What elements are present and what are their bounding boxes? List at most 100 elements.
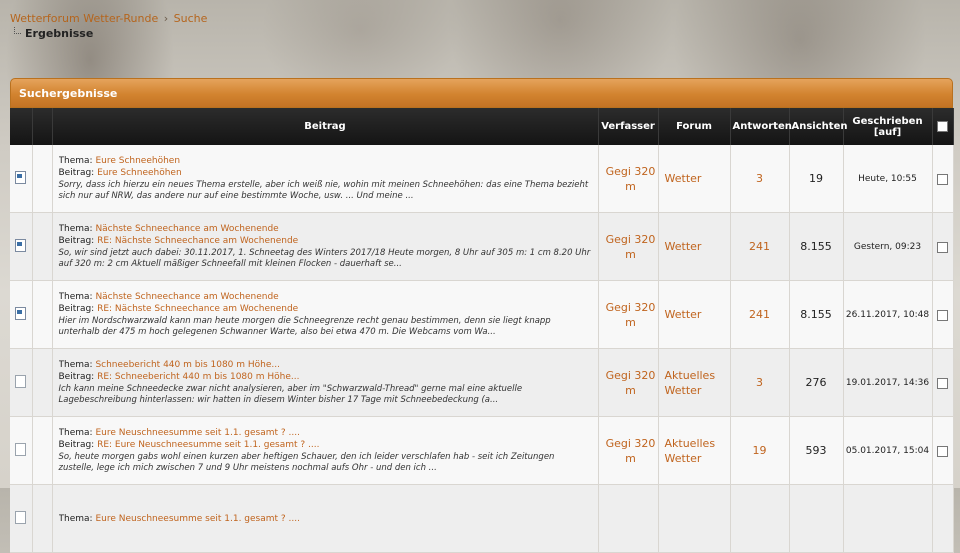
post-date: 26.11.2017, 10:48	[843, 280, 933, 349]
topic-new-icon	[15, 306, 27, 320]
breadcrumb-current: Ergebnisse	[14, 27, 93, 40]
posticon-cell	[32, 484, 53, 553]
status-cell	[10, 348, 33, 417]
thread-link[interactable]: Eure Neuschneesumme seit 1.1. gesamt ? .…	[95, 428, 300, 438]
post-cell: Thema: Eure Schneehöhen Beitrag: Eure Sch…	[52, 145, 599, 213]
status-cell	[10, 416, 33, 485]
author-cell: Gegi 320 m	[598, 280, 659, 349]
forum-cell: Aktuelles Wetter	[658, 416, 731, 485]
post-cell: Thema: Nächste Schneechance am Wochenend…	[52, 280, 599, 349]
thread-link[interactable]: Schneebericht 440 m bis 1080 m Höhe...	[95, 360, 280, 370]
post-link[interactable]: RE: Eure Neuschneesumme seit 1.1. gesamt…	[97, 440, 319, 450]
views-count: 19	[789, 145, 844, 213]
status-cell	[10, 212, 33, 281]
forum-cell: Aktuelles Wetter	[658, 348, 731, 417]
table-row: Thema: Nächste Schneechance am Wochenend…	[10, 280, 954, 349]
replies-link[interactable]: 3	[756, 172, 763, 185]
beitrag-label: Beitrag:	[58, 372, 95, 382]
author-link[interactable]: Gegi 320 m	[600, 164, 657, 194]
posticon-cell	[32, 416, 53, 485]
beitrag-label: Beitrag:	[58, 236, 95, 246]
post-cell: Thema: Schneebericht 440 m bis 1080 m Hö…	[52, 348, 599, 417]
author-cell: Gegi 320 m	[598, 348, 659, 417]
beitrag-label: Beitrag:	[58, 168, 95, 178]
row-checkbox[interactable]	[937, 377, 948, 389]
col-antworten-header[interactable]: Antworten	[730, 108, 792, 145]
thema-label: Thema:	[58, 156, 93, 166]
beitrag-label: Beitrag:	[58, 440, 95, 450]
replies-cell: 241	[730, 212, 790, 281]
views-count: 8.155	[789, 280, 844, 349]
thread-link[interactable]: Eure Neuschneesumme seit 1.1. gesamt ? .…	[95, 514, 300, 524]
col-beitrag-header[interactable]: Beitrag	[52, 108, 599, 145]
author-link[interactable]: Gegi 320 m	[600, 232, 657, 262]
forum-link[interactable]: Wetter	[660, 239, 729, 254]
page-title: Ergebnisse	[25, 27, 94, 40]
col-geschrieben-header[interactable]: Geschrieben [auf]	[843, 108, 933, 145]
author-link[interactable]: Gegi 320 m	[600, 436, 657, 466]
author-link[interactable]: Gegi 320 m	[600, 300, 657, 330]
col-posticon-header	[32, 108, 53, 145]
table-row: Thema: Eure Neuschneesumme seit 1.1. ges…	[10, 484, 954, 553]
replies-link[interactable]: 19	[753, 444, 767, 457]
author-cell: Gegi 320 m	[598, 416, 659, 485]
col-forum-header[interactable]: Forum	[658, 108, 731, 145]
row-checkbox[interactable]	[937, 241, 948, 253]
post-date: 05.01.2017, 15:04	[843, 416, 933, 485]
thread-link[interactable]: Nächste Schneechance am Wochenende	[95, 224, 278, 234]
forum-link[interactable]: Aktuelles Wetter	[660, 436, 729, 466]
replies-link[interactable]: 3	[756, 376, 763, 389]
topic-new-icon	[15, 170, 27, 184]
topic-old-icon	[15, 442, 27, 456]
posticon-cell	[32, 212, 53, 281]
author-link[interactable]: Gegi 320 m	[600, 368, 657, 398]
results-table: Beitrag Verfasser Forum Antworten Ansich…	[10, 108, 954, 553]
post-excerpt: Hier im Nordschwarzwald kann man heute m…	[58, 316, 551, 337]
topic-new-icon	[15, 238, 27, 252]
status-cell	[10, 145, 33, 213]
posticon-cell	[32, 280, 53, 349]
table-row: Thema: Eure Neuschneesumme seit 1.1. ges…	[10, 416, 954, 485]
col-select-header	[932, 108, 954, 145]
post-link[interactable]: Eure Schneehöhen	[97, 168, 182, 178]
row-checkbox[interactable]	[937, 173, 948, 185]
post-cell: Thema: Nächste Schneechance am Wochenend…	[52, 212, 599, 281]
breadcrumb-forum-link[interactable]: Wetterforum Wetter-Runde	[10, 12, 158, 25]
views-count: 8.155	[789, 212, 844, 281]
tree-line-icon	[14, 27, 21, 34]
col-ansichten-header[interactable]: Ansichten	[789, 108, 847, 145]
status-cell	[10, 484, 33, 553]
topic-old-icon	[15, 510, 27, 524]
row-checkbox[interactable]	[937, 309, 948, 321]
thread-link[interactable]: Nächste Schneechance am Wochenende	[95, 292, 278, 302]
breadcrumb-search-link[interactable]: Suche	[174, 12, 208, 25]
forum-link[interactable]: Wetter	[660, 307, 729, 322]
posticon-cell	[32, 348, 53, 417]
thema-label: Thema:	[58, 428, 93, 438]
post-date	[843, 484, 933, 553]
topic-old-icon	[15, 374, 27, 388]
row-checkbox[interactable]	[937, 445, 948, 457]
views-count	[789, 484, 844, 553]
select-cell	[932, 212, 954, 281]
post-link[interactable]: RE: Nächste Schneechance am Wochenende	[97, 304, 298, 314]
thema-label: Thema:	[58, 292, 93, 302]
replies-cell: 19	[730, 416, 790, 485]
author-cell	[598, 484, 659, 553]
replies-link[interactable]: 241	[749, 240, 770, 253]
post-link[interactable]: RE: Schneebericht 440 m bis 1080 m Höhe.…	[97, 372, 299, 382]
forum-cell: Wetter	[658, 280, 731, 349]
replies-cell: 3	[730, 348, 790, 417]
breadcrumb: Wetterforum Wetter-Runde › Suche	[10, 12, 207, 25]
thread-link[interactable]: Eure Schneehöhen	[95, 156, 180, 166]
col-verfasser-header[interactable]: Verfasser	[598, 108, 659, 145]
panel-header: Suchergebnisse	[10, 78, 953, 108]
breadcrumb-separator: ›	[163, 12, 169, 25]
forum-link[interactable]: Aktuelles Wetter	[660, 368, 729, 398]
post-date: Gestern, 09:23	[843, 212, 933, 281]
post-link[interactable]: RE: Nächste Schneechance am Wochenende	[97, 236, 298, 246]
forum-link[interactable]: Wetter	[660, 171, 729, 186]
select-all-checkbox[interactable]	[937, 120, 948, 132]
table-row: Thema: Nächste Schneechance am Wochenend…	[10, 212, 954, 281]
replies-link[interactable]: 241	[749, 308, 770, 321]
